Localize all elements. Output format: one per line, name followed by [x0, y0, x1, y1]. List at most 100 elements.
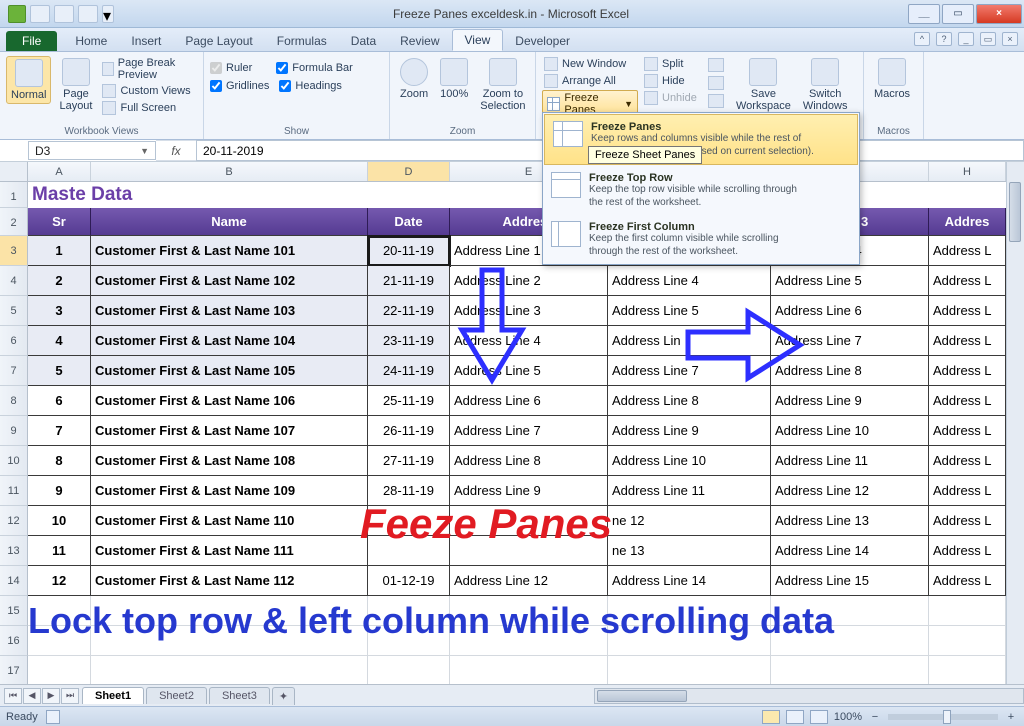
cell[interactable]: Address Line 9	[771, 386, 929, 416]
cell[interactable]: 3	[28, 296, 91, 326]
row-header[interactable]: 2	[0, 208, 28, 236]
cell[interactable]: Address Line 4	[608, 266, 771, 296]
gridlines-checkbox[interactable]: Gridlines	[210, 80, 269, 92]
doc-close-icon[interactable]: ×	[1002, 32, 1018, 46]
zoom-thumb[interactable]	[943, 710, 951, 724]
cell[interactable]: ne 13	[608, 536, 771, 566]
row-header[interactable]: 16	[0, 626, 28, 656]
fx-icon[interactable]: fx	[156, 140, 196, 161]
cell[interactable]: 12	[28, 566, 91, 596]
excel-icon[interactable]	[8, 5, 26, 23]
tab-insert[interactable]: Insert	[119, 31, 173, 51]
cell[interactable]: Address L	[929, 266, 1006, 296]
cell[interactable]: 20-11-19	[368, 236, 450, 266]
row-header[interactable]: 10	[0, 446, 28, 476]
cell[interactable]: Customer First & Last Name 102	[91, 266, 368, 296]
tab-formulas[interactable]: Formulas	[265, 31, 339, 51]
undo-icon[interactable]	[54, 5, 74, 23]
cell[interactable]: 1	[28, 236, 91, 266]
switch-windows-button[interactable]: Switch Windows	[799, 56, 852, 114]
col-header-H[interactable]: H	[929, 162, 1006, 181]
cell[interactable]: 23-11-19	[368, 326, 450, 356]
sheet-nav-next[interactable]: ▶	[42, 688, 60, 704]
cell[interactable]: 10	[28, 506, 91, 536]
cell[interactable]: Address L	[929, 326, 1006, 356]
cell[interactable]: Address L	[929, 296, 1006, 326]
cell[interactable]: Customer First & Last Name 110	[91, 506, 368, 536]
cell[interactable]: Customer First & Last Name 105	[91, 356, 368, 386]
sheet-nav-first[interactable]: ⏮	[4, 688, 22, 704]
cell[interactable]: 01-12-19	[368, 566, 450, 596]
save-workspace-button[interactable]: Save Workspace	[732, 56, 795, 114]
cell[interactable]: Address Line 12	[771, 476, 929, 506]
cell[interactable]: Customer First & Last Name 109	[91, 476, 368, 506]
tab-data[interactable]: Data	[339, 31, 388, 51]
sync-scroll-icon[interactable]	[708, 76, 724, 90]
cell[interactable]: Address L	[929, 236, 1006, 266]
cell[interactable]: Address L	[929, 566, 1006, 596]
new-window-button[interactable]: New Window	[542, 56, 638, 72]
cell[interactable]: 8	[28, 446, 91, 476]
header-cell[interactable]: Date	[368, 208, 450, 236]
macro-record-icon[interactable]	[46, 710, 60, 724]
view-break-icon[interactable]	[810, 710, 828, 724]
cell[interactable]: Address Line 12	[450, 566, 608, 596]
cell[interactable]: Address L	[929, 536, 1006, 566]
cell[interactable]: 21-11-19	[368, 266, 450, 296]
zoom-out-button[interactable]: −	[868, 711, 882, 723]
cell[interactable]: Address Line 10	[771, 416, 929, 446]
redo-icon[interactable]	[78, 5, 98, 23]
vertical-scrollbar[interactable]	[1006, 162, 1024, 684]
row-header[interactable]: 4	[0, 266, 28, 296]
tab-developer[interactable]: Developer	[503, 31, 582, 51]
header-cell[interactable]: Addres	[929, 208, 1006, 236]
zoom-100-button[interactable]: 100%	[436, 56, 472, 102]
doc-restore-icon[interactable]: ▭	[980, 32, 996, 46]
cell[interactable]	[771, 656, 929, 686]
tab-page-layout[interactable]: Page Layout	[173, 31, 264, 51]
col-header-B[interactable]: B	[91, 162, 368, 181]
maximize-button[interactable]	[942, 4, 974, 24]
cell[interactable]: Address Line 5	[771, 266, 929, 296]
row-header[interactable]: 13	[0, 536, 28, 566]
row-header[interactable]: 14	[0, 566, 28, 596]
row-header[interactable]: 6	[0, 326, 28, 356]
zoom-level[interactable]: 100%	[834, 711, 862, 723]
cell[interactable]: 22-11-19	[368, 296, 450, 326]
view-layout-icon[interactable]	[786, 710, 804, 724]
sheet-tab-1[interactable]: Sheet1	[82, 687, 144, 704]
sheet-nav-prev[interactable]: ◀	[23, 688, 41, 704]
row-header[interactable]: 11	[0, 476, 28, 506]
cell[interactable]: ne 12	[608, 506, 771, 536]
cell[interactable]: Address Line 13	[771, 506, 929, 536]
cell[interactable]: Address Line 15	[771, 566, 929, 596]
cell[interactable]: Customer First & Last Name 106	[91, 386, 368, 416]
cell[interactable]	[28, 656, 91, 686]
cell[interactable]: 26-11-19	[368, 416, 450, 446]
help-icon[interactable]: ?	[936, 32, 952, 46]
cell[interactable]: Address L	[929, 416, 1006, 446]
hide-button[interactable]: Hide	[642, 73, 704, 89]
freeze-first-column-item[interactable]: Freeze First ColumnKeep the first column…	[543, 215, 859, 264]
cell[interactable]	[368, 656, 450, 686]
cell[interactable]: Address Line 8	[608, 386, 771, 416]
zoom-button[interactable]: Zoom	[396, 56, 432, 102]
ruler-checkbox[interactable]: Ruler	[210, 62, 252, 74]
custom-views-button[interactable]: Custom Views	[100, 83, 197, 99]
formula-bar-checkbox[interactable]: Formula Bar	[276, 62, 353, 74]
save-icon[interactable]	[30, 5, 50, 23]
horizontal-scrollbar[interactable]	[594, 688, 1024, 704]
vscroll-thumb[interactable]	[1009, 182, 1021, 242]
freeze-top-row-item[interactable]: Freeze Top RowKeep the top row visible w…	[543, 166, 859, 215]
cell[interactable]: 6	[28, 386, 91, 416]
minimize-ribbon-icon[interactable]: ^	[914, 32, 930, 46]
cell[interactable]: Address Line 9	[608, 416, 771, 446]
row-header[interactable]: 3	[0, 236, 28, 266]
doc-min-icon[interactable]: _	[958, 32, 974, 46]
cell[interactable]	[450, 656, 608, 686]
cell[interactable]: Address Line 14	[608, 566, 771, 596]
cell[interactable]: Address Line 11	[771, 446, 929, 476]
page-break-preview-button[interactable]: Page Break Preview	[100, 56, 197, 82]
row-header[interactable]: 9	[0, 416, 28, 446]
sheet-tab-2[interactable]: Sheet2	[146, 687, 207, 704]
